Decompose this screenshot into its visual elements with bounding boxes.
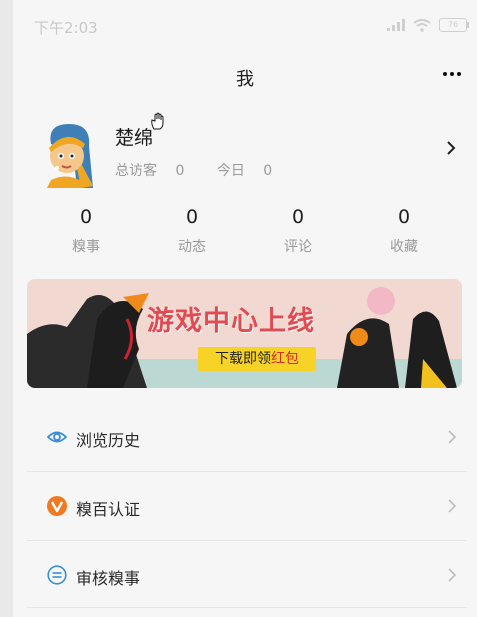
banner-title: 游戏中心上线 [147,306,315,337]
menu-item-review-posts[interactable]: 审核糗事 [27,540,467,609]
divider [27,607,467,608]
today-visitors: 今日 0 [217,163,286,179]
today-visitors-value: 0 [263,163,273,179]
banner-download-button[interactable]: 下载即领红包 [198,347,316,371]
count-label: 动态 [178,239,206,255]
today-visitors-label: 今日 [216,163,245,179]
chevron-right-icon [447,141,456,155]
banner-cta-highlight: 红包 [271,351,299,367]
status-icons: 76 [387,18,469,32]
menu-item-label: 浏览历史 [76,431,141,450]
more-dot-icon [450,72,454,76]
chevron-right-icon [448,430,457,444]
count-activity[interactable]: 0 动态 [139,206,245,256]
menu-item-label: 糗百认证 [76,500,141,519]
battery-indicator: 76 [439,18,469,32]
count-value: 0 [397,206,411,228]
more-options-button[interactable] [439,64,465,84]
wifi-icon [413,18,431,32]
banner-cta-text: 下载即领 [215,351,271,367]
menu-item-browse-history[interactable]: 浏览历史 [27,403,467,471]
more-dot-icon [457,72,461,76]
visitor-stats: 总访客 0 今日 0 [115,160,300,180]
count-value: 0 [79,206,93,228]
count-label: 收藏 [390,239,418,255]
chevron-right-icon [448,499,457,513]
avatar[interactable] [37,118,103,188]
count-favorites[interactable]: 0 收藏 [351,206,457,256]
profile-card[interactable]: 楚绵 总访客 0 今日 0 [13,108,477,192]
count-posts[interactable]: 0 糗事 [33,206,139,256]
profile-screen: 下午2:03 76 我 楚绵 总访客 0 今日 0 0 糗事 0 动态 0 评论… [13,0,477,617]
total-visitors-value: 0 [175,163,185,179]
settings-menu: 浏览历史 糗百认证 审核糗事 [27,403,467,609]
count-comments[interactable]: 0 评论 [245,206,351,256]
status-bar: 下午2:03 76 [13,0,477,50]
count-label: 糗事 [72,239,100,255]
count-value: 0 [291,206,305,228]
total-visitors-label: 总访客 [115,163,157,179]
count-value: 0 [185,206,199,228]
menu-item-verification[interactable]: 糗百认证 [27,471,467,540]
user-nickname: 楚绵 [115,127,154,149]
left-edge-strip [0,0,13,617]
count-label: 评论 [284,239,312,255]
signal-icon [387,19,405,31]
page-title: 我 [236,69,254,90]
review-icon [47,565,67,585]
verified-v-icon [47,496,67,516]
hand-cursor-icon [151,112,164,130]
more-dot-icon [443,72,447,76]
chevron-right-icon [448,568,457,582]
total-visitors: 总访客 0 [115,163,198,179]
status-time: 下午2:03 [34,19,98,37]
activity-counts: 0 糗事 0 动态 0 评论 0 收藏 [33,206,457,256]
eye-icon [47,431,67,443]
menu-item-label: 审核糗事 [76,569,141,588]
page-header: 我 [13,50,477,100]
game-center-banner[interactable]: 游戏中心上线 下载即领红包 [27,279,462,388]
